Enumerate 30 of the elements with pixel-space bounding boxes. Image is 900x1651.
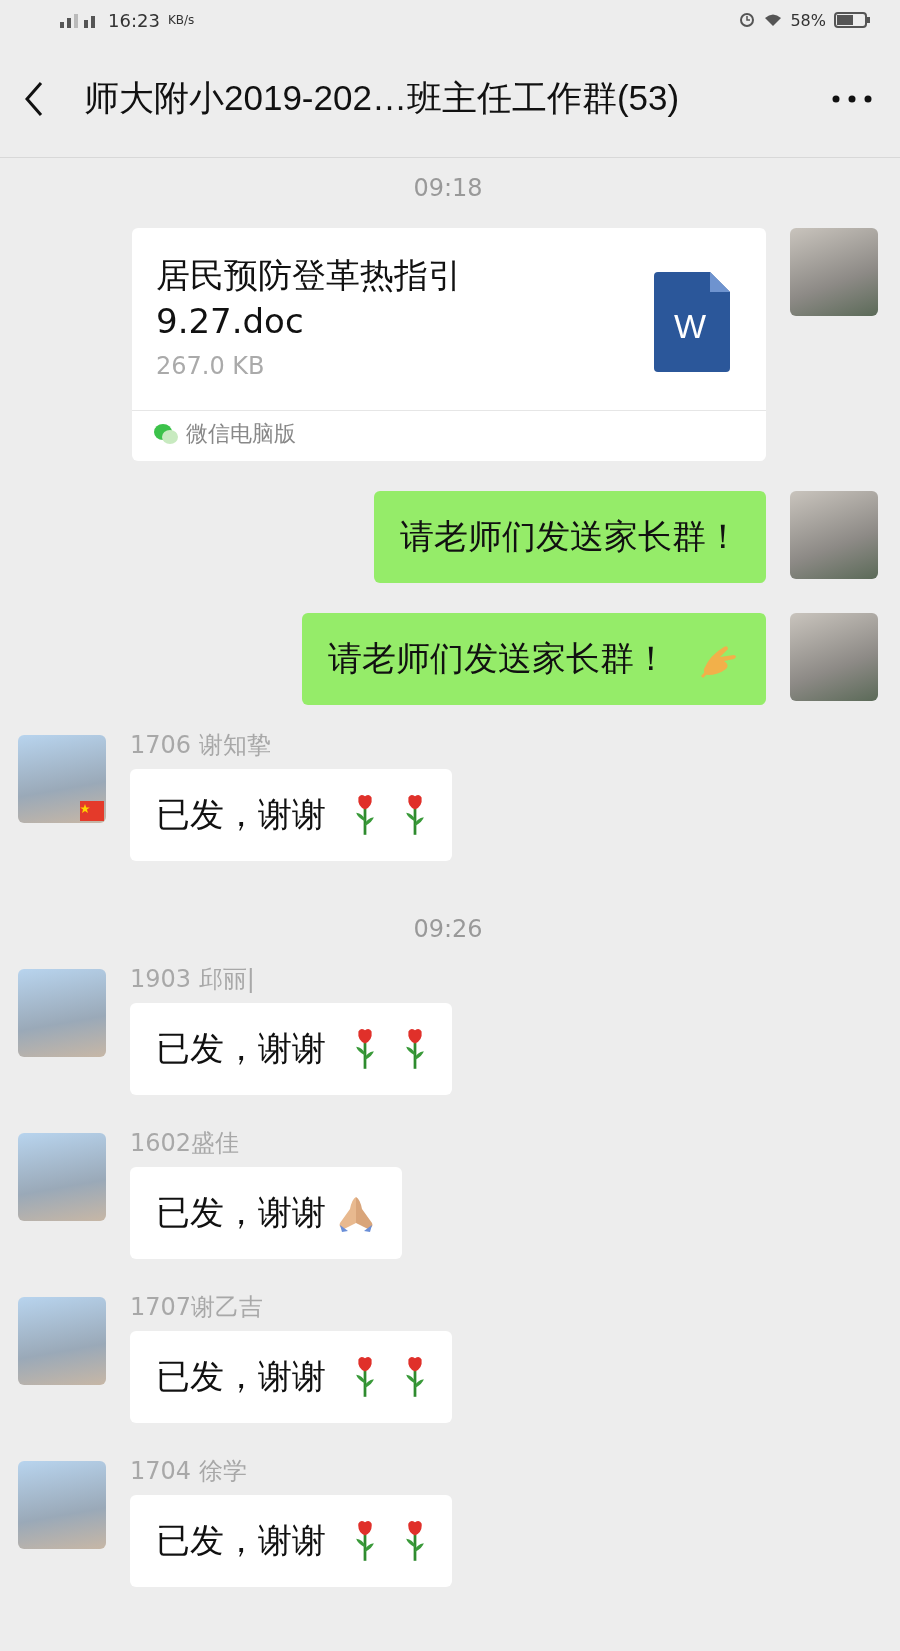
file-message-card[interactable]: 居民预防登革热指引9.27.doc 267.0 KB W 微信电脑版 — [132, 228, 766, 461]
message-text: 已发，谢谢 — [156, 1519, 326, 1562]
sender-name: 1707谢乙吉 — [130, 1292, 265, 1323]
sender-name: 1602盛佳 — [130, 1128, 241, 1159]
message-text: 已发，谢谢 — [156, 1027, 326, 1070]
message-bubble[interactable]: 已发，谢谢 — [130, 1167, 402, 1259]
timestamp: 09:26 — [413, 915, 483, 943]
file-name: 居民预防登革热指引9.27.doc — [156, 254, 463, 343]
message-bubble[interactable]: 请老师们发送家长群！ — [302, 613, 766, 705]
message-bubble[interactable]: 已发，谢谢 — [130, 769, 452, 861]
file-size: 267.0 KB — [156, 352, 266, 380]
chat-title: 师大附小2019-202…班主任工作群(53) — [83, 77, 681, 119]
sender-name: 1903 邱丽| — [130, 964, 256, 995]
battery-percent: 58% — [790, 10, 826, 30]
message-bubble[interactable]: 已发，谢谢 — [130, 1331, 452, 1423]
message-text: 已发，谢谢 — [156, 793, 326, 836]
message-bubble[interactable]: 已发，谢谢 — [130, 1003, 452, 1095]
source-label: 微信电脑版 — [186, 420, 296, 448]
file-icon-letter: W — [674, 308, 707, 344]
message-text: 已发，谢谢 — [156, 1355, 326, 1398]
status-time: 16:23 — [108, 9, 160, 31]
message-text: 请老师们发送家长群！ — [400, 515, 740, 558]
timestamp: 09:18 — [413, 174, 483, 202]
message-bubble[interactable]: 请老师们发送家长群！ — [374, 491, 766, 583]
sender-name: 1706 谢知挚 — [130, 730, 272, 761]
message-bubble[interactable]: 已发，谢谢 — [130, 1495, 452, 1587]
sender-name: 1704 徐学 — [130, 1456, 248, 1487]
message-text: 已发，谢谢 — [156, 1191, 326, 1234]
network-speed-unit: KB/s — [167, 13, 195, 27]
message-text: 请老师们发送家长群！ — [328, 637, 668, 680]
